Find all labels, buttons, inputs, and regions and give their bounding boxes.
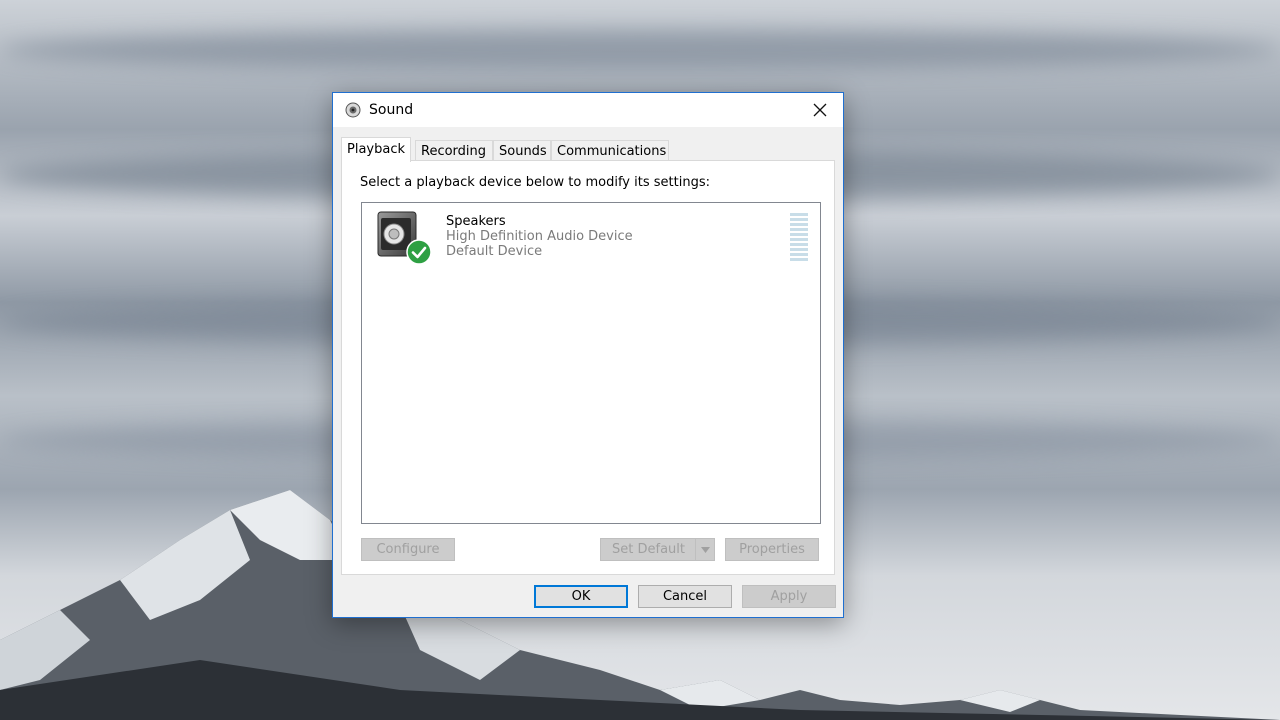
close-icon — [813, 103, 827, 117]
tab-label: Communications — [557, 144, 667, 159]
device-item-speakers[interactable]: Speakers High Definition Audio Device De… — [366, 207, 808, 265]
configure-label: Configure — [376, 542, 440, 557]
properties-button[interactable]: Properties — [725, 538, 819, 561]
volume-level-meter — [790, 213, 808, 261]
dialog-title: Sound — [369, 102, 414, 118]
set-default-button[interactable]: Set Default — [600, 538, 715, 561]
ok-label: OK — [571, 589, 591, 604]
title-bar[interactable]: Sound — [333, 93, 843, 127]
close-button[interactable] — [797, 93, 843, 127]
tab-label: Recording — [421, 144, 487, 159]
tab-label: Sounds — [499, 144, 547, 159]
set-default-label: Set Default — [612, 542, 685, 557]
default-check-icon — [406, 239, 432, 265]
device-name: Speakers — [446, 214, 506, 229]
sound-dialog: Sound Playback Recording Sounds Communic… — [332, 92, 844, 618]
configure-button[interactable]: Configure — [361, 538, 455, 561]
properties-label: Properties — [739, 542, 805, 557]
cancel-label: Cancel — [662, 589, 708, 604]
tab-label: Playback — [347, 142, 406, 157]
tab-communications[interactable]: Communications — [551, 140, 669, 161]
tab-sounds[interactable]: Sounds — [493, 140, 551, 161]
device-description: High Definition Audio Device — [446, 229, 633, 244]
apply-label: Apply — [770, 589, 808, 604]
apply-button[interactable]: Apply — [742, 585, 836, 608]
sound-app-icon — [345, 102, 361, 118]
device-list[interactable]: Speakers High Definition Audio Device De… — [361, 202, 821, 524]
chevron-down-icon — [700, 546, 710, 553]
set-default-dropdown[interactable] — [695, 539, 714, 560]
instruction-text: Select a playback device below to modify… — [360, 175, 710, 190]
tab-playback[interactable]: Playback — [341, 137, 411, 162]
tab-recording[interactable]: Recording — [415, 140, 493, 161]
device-status: Default Device — [446, 244, 543, 259]
cancel-button[interactable]: Cancel — [638, 585, 732, 608]
playback-panel: Select a playback device below to modify… — [341, 160, 835, 575]
ok-button[interactable]: OK — [534, 585, 628, 608]
